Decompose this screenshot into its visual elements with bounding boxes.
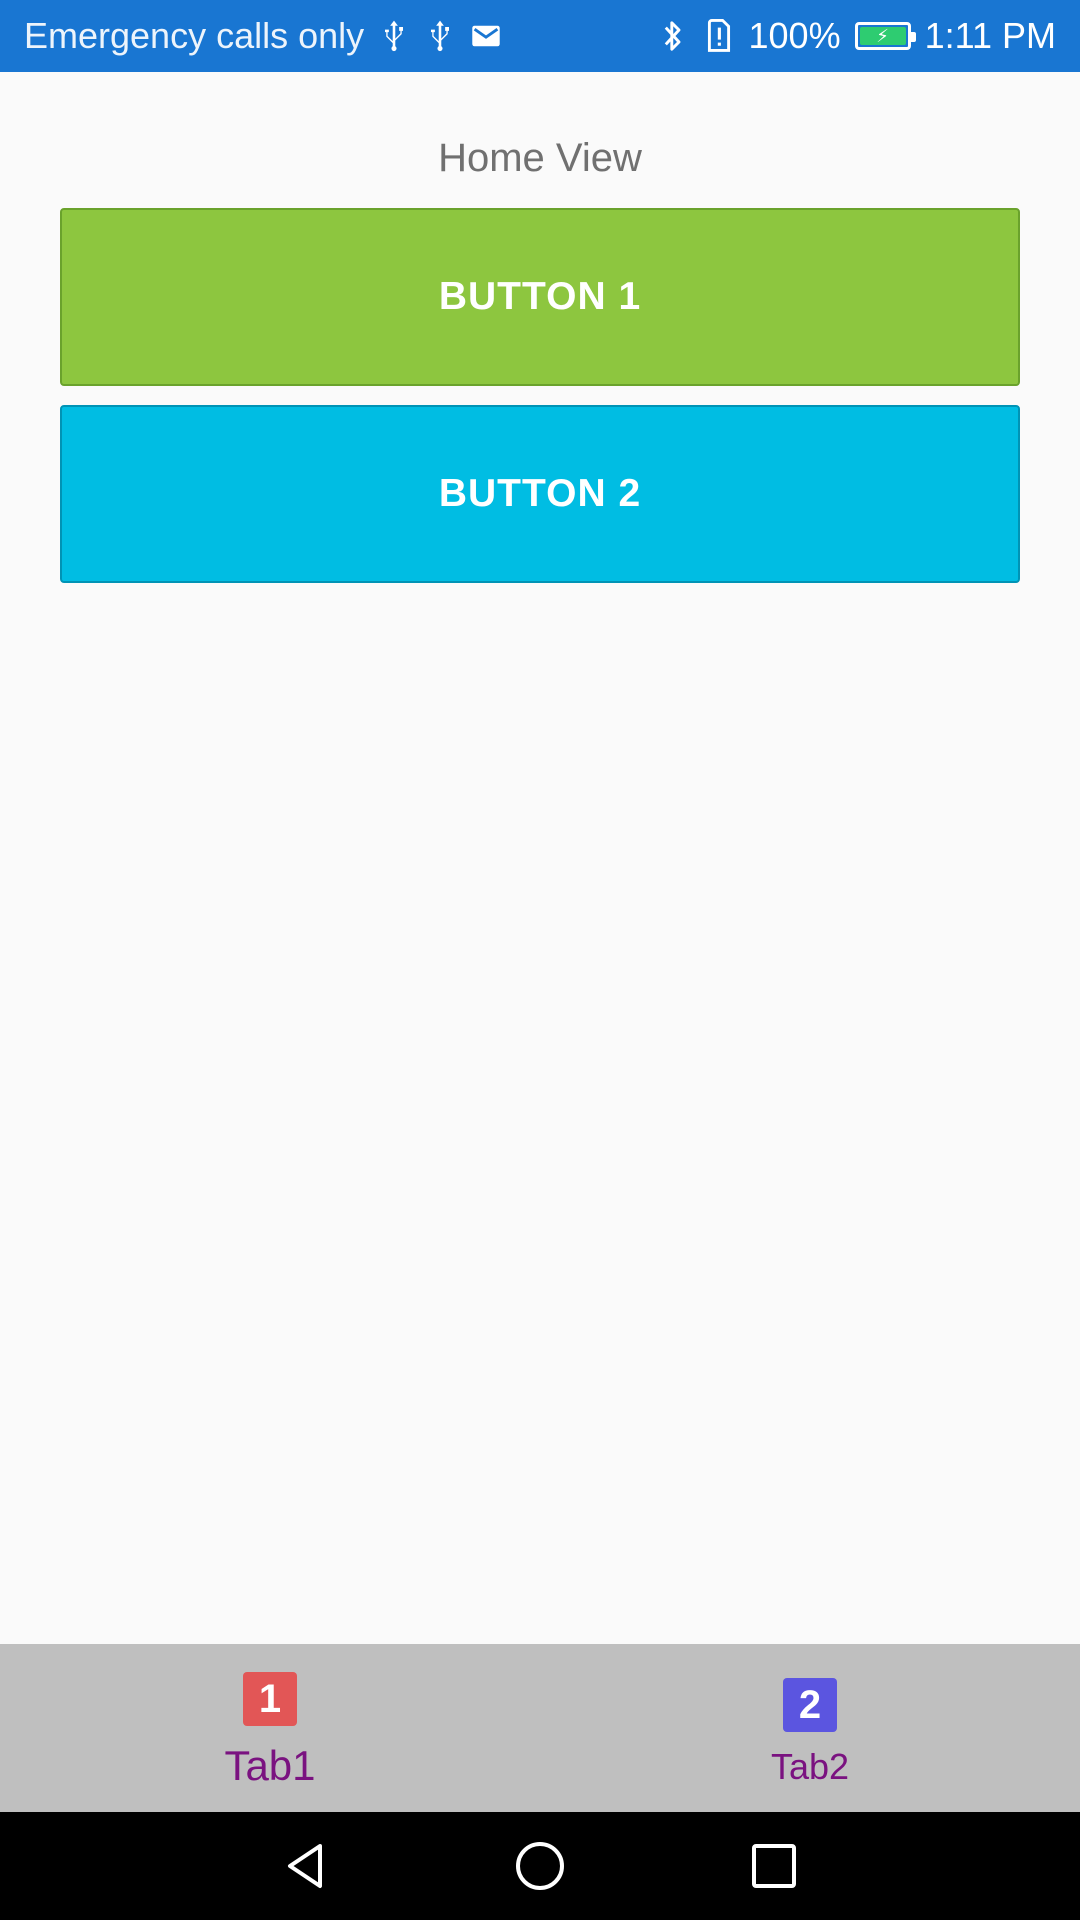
sim-alert-icon xyxy=(703,16,735,56)
status-left: Emergency calls only xyxy=(24,15,502,57)
clock: 1:11 PM xyxy=(924,15,1056,56)
tab-bar: 1 Tab1 2 Tab2 xyxy=(0,1644,1080,1812)
carrier-text: Emergency calls only xyxy=(24,15,365,56)
navigation-bar xyxy=(0,1812,1080,1920)
button-2[interactable]: BUTTON 2 xyxy=(60,405,1020,583)
tab-1-label: Tab1 xyxy=(224,1742,316,1789)
status-right: 100% ⚡ 1:11 PM xyxy=(657,15,1056,57)
tab-1[interactable]: 1 Tab1 xyxy=(0,1644,540,1812)
button-1[interactable]: BUTTON 1 xyxy=(60,208,1020,386)
mail-icon xyxy=(470,16,502,56)
page-title: Home View xyxy=(438,136,642,180)
recents-icon[interactable] xyxy=(742,1834,806,1898)
main-content: Home View BUTTON 1 BUTTON 2 xyxy=(0,72,1080,1644)
home-icon[interactable] xyxy=(508,1834,572,1898)
usb-icon xyxy=(378,16,410,56)
back-icon[interactable] xyxy=(274,1834,338,1898)
status-bar: Emergency calls only 100% ⚡ 1:11 PM xyxy=(0,0,1080,72)
tab2-number-icon: 2 xyxy=(783,1678,837,1732)
tab-2[interactable]: 2 Tab2 xyxy=(540,1644,1080,1812)
tab-2-label: Tab2 xyxy=(770,1746,850,1787)
tab1-number-icon: 1 xyxy=(243,1672,297,1726)
battery-percent: 100% xyxy=(748,15,841,56)
bluetooth-icon xyxy=(657,16,689,56)
battery-charging-icon: ⚡ xyxy=(854,22,916,50)
usb-icon xyxy=(424,16,456,56)
